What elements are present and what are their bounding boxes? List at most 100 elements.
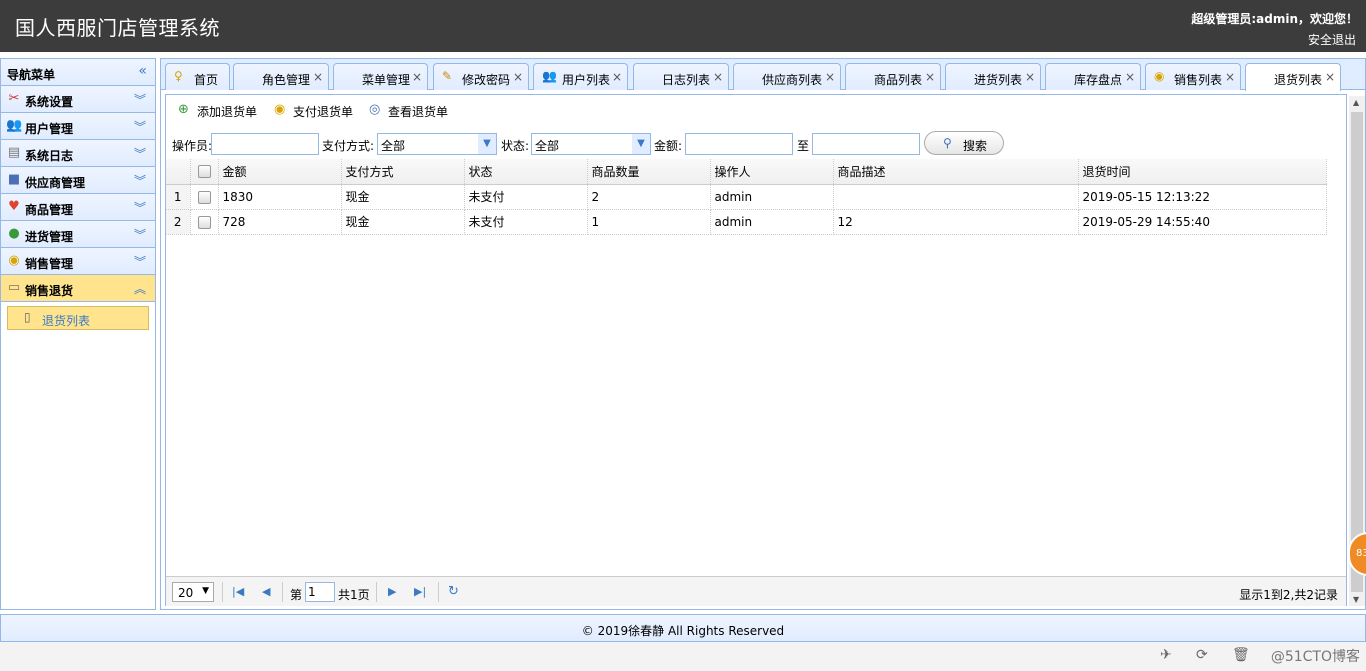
- search-button[interactable]: ⚲ 搜索: [924, 131, 1004, 155]
- scroll-up-icon[interactable]: ▲: [1353, 98, 1359, 107]
- column-header-return-time[interactable]: 退货时间: [1078, 159, 1327, 185]
- sidebar-item-purchase-management[interactable]: ● 进货管理 ︾: [1, 221, 155, 248]
- sidebar-item-sales-return[interactable]: ▭ 销售退货 ︽: [1, 275, 155, 302]
- column-header-pay-method[interactable]: 支付方式: [341, 159, 465, 185]
- sidebar-item-label: 系统日志: [25, 149, 74, 163]
- cell-amount: 1830: [218, 184, 342, 210]
- copyright-text: © 2019徐春静 All Rights Reserved: [581, 624, 785, 638]
- cell-description: 12: [833, 209, 1079, 235]
- scroll-down-icon[interactable]: ▼: [1353, 595, 1359, 604]
- pay-return-label: 支付退货单: [293, 105, 354, 119]
- taskbar: ✈ ⟳ 🗑 @51CTO博客: [0, 642, 1366, 671]
- close-icon[interactable]: ×: [1125, 70, 1135, 84]
- logout-link[interactable]: 安全退出: [1308, 31, 1356, 48]
- close-icon[interactable]: ×: [1025, 70, 1035, 84]
- close-icon[interactable]: ×: [713, 70, 723, 84]
- refresh-icon[interactable]: ↻: [448, 584, 459, 599]
- chevron-down-icon: ▼: [632, 134, 650, 154]
- close-icon[interactable]: ×: [513, 70, 523, 84]
- row-checkbox[interactable]: [190, 184, 219, 210]
- divider: [376, 582, 377, 602]
- sidebar-item-supplier-management[interactable]: ■ 供应商管理 ︾: [1, 167, 155, 194]
- pay-return-button[interactable]: ◉ 支付退货单: [274, 102, 364, 120]
- collapse-icon[interactable]: «: [138, 63, 147, 79]
- close-icon[interactable]: ×: [412, 70, 422, 84]
- tab-label: 首页: [194, 73, 219, 87]
- close-icon[interactable]: ×: [612, 70, 622, 84]
- pay-method-select[interactable]: 全部 ▼: [377, 133, 497, 155]
- pin-icon[interactable]: ✈: [1160, 647, 1172, 663]
- tab-label: 修改密码: [462, 73, 511, 87]
- sidebar-item-product-management[interactable]: ♥ 商品管理 ︾: [1, 194, 155, 221]
- tab-purchase-list[interactable]: 进货列表 ×: [945, 63, 1041, 90]
- tab-change-password[interactable]: ✎ 修改密码 ×: [433, 63, 529, 90]
- next-page-icon[interactable]: ▶: [388, 585, 396, 598]
- column-header-status[interactable]: 状态: [464, 159, 588, 185]
- amount-max-input[interactable]: [812, 133, 920, 155]
- page-number-input[interactable]: [305, 582, 335, 602]
- cell-status: 未支付: [464, 209, 588, 235]
- column-header-description[interactable]: 商品描述: [833, 159, 1079, 185]
- pay-method-label: 支付方式:: [322, 139, 375, 153]
- search-label: 搜索: [963, 139, 988, 153]
- column-header-quantity[interactable]: 商品数量: [587, 159, 711, 185]
- sidebar: 导航菜单 « ✂ 系统设置 ︾ 👥 用户管理 ︾ ▤ 系统日志 ︾ ■ 供应商管…: [0, 58, 156, 610]
- amount-min-input[interactable]: [685, 133, 793, 155]
- prev-page-icon[interactable]: ◀: [262, 585, 270, 598]
- scrollbar-thumb[interactable]: [1351, 112, 1363, 592]
- tab-home[interactable]: ♀ 首页: [165, 63, 230, 90]
- sidebar-item-sales-management[interactable]: ◉ 销售管理 ︾: [1, 248, 155, 275]
- select-all-checkbox[interactable]: [190, 159, 219, 185]
- tab-role-management[interactable]: 角色管理 ×: [233, 63, 329, 90]
- pay-method-value: 全部: [381, 139, 406, 153]
- page-size-select[interactable]: 20 ▼: [172, 582, 214, 602]
- sidebar-item-label: 用户管理: [25, 122, 74, 136]
- close-icon[interactable]: ×: [313, 70, 323, 84]
- tab-menu-management[interactable]: 菜单管理 ×: [333, 63, 428, 90]
- close-icon[interactable]: ×: [1225, 70, 1235, 84]
- sidebar-subitem-return-list[interactable]: ▯ 退货列表: [7, 306, 149, 330]
- share-icon[interactable]: ⟳: [1196, 647, 1208, 663]
- tab-return-list[interactable]: 退货列表 ×: [1245, 63, 1341, 91]
- view-return-button[interactable]: ◎ 查看退货单: [369, 102, 459, 120]
- app-header: 国人西服门店管理系统 超级管理员:admin，欢迎您！ 安全退出: [0, 0, 1366, 52]
- column-header-amount[interactable]: 金额: [218, 159, 342, 185]
- cell-operator: admin: [710, 209, 834, 235]
- supplier-icon: ■: [7, 172, 21, 187]
- sidebar-item-user-management[interactable]: 👥 用户管理 ︾: [1, 113, 155, 140]
- close-icon[interactable]: ×: [1325, 70, 1335, 84]
- status-select[interactable]: 全部 ▼: [531, 133, 651, 155]
- tab-sales-list[interactable]: ◉ 销售列表 ×: [1145, 63, 1241, 90]
- close-icon[interactable]: ×: [825, 70, 835, 84]
- close-icon[interactable]: ×: [925, 70, 935, 84]
- tab-inventory[interactable]: 库存盘点 ×: [1045, 63, 1141, 90]
- operator-input[interactable]: [211, 133, 319, 155]
- sidebar-item-label: 销售退货: [25, 284, 74, 298]
- tab-label: 菜单管理: [362, 73, 411, 87]
- row-checkbox[interactable]: [190, 209, 219, 235]
- cell-quantity: 2: [587, 184, 711, 210]
- column-header-operator[interactable]: 操作人: [710, 159, 834, 185]
- table-row[interactable]: 2 728 现金 未支付 1 admin 12 2019-05-29 14:55…: [166, 209, 1327, 235]
- grid-header-row: 金额 支付方式 状态 商品数量 操作人 商品描述 退货时间: [166, 159, 1327, 185]
- add-return-button[interactable]: ⊕ 添加退货单: [178, 102, 268, 120]
- vertical-scrollbar[interactable]: ▲ ▼: [1349, 96, 1365, 606]
- cell-pay-method: 现金: [341, 209, 465, 235]
- globe-icon: ●: [8, 226, 20, 241]
- tab-label: 退货列表: [1274, 73, 1323, 87]
- tab-supplier-list[interactable]: 供应商列表 ×: [733, 63, 841, 90]
- table-row[interactable]: 1 1830 现金 未支付 2 admin 2019-05-15 12:13:2…: [166, 184, 1327, 210]
- to-label: 至: [797, 139, 810, 153]
- sidebar-item-system-log[interactable]: ▤ 系统日志 ︾: [1, 140, 155, 167]
- trash-icon[interactable]: 🗑: [1232, 647, 1250, 663]
- sidebar-header: 导航菜单 «: [1, 59, 155, 86]
- first-page-icon[interactable]: |◀: [232, 585, 244, 598]
- tab-user-list[interactable]: 👥 用户列表 ×: [533, 63, 628, 90]
- tab-log-list[interactable]: 日志列表 ×: [633, 63, 729, 90]
- page-prefix: 第: [290, 588, 303, 602]
- sidebar-item-system-settings[interactable]: ✂ 系统设置 ︾: [1, 86, 155, 113]
- search-icon: ⚲: [943, 136, 952, 150]
- last-page-icon[interactable]: ▶|: [414, 585, 426, 598]
- tab-product-list[interactable]: 商品列表 ×: [845, 63, 941, 90]
- divider: [222, 582, 223, 602]
